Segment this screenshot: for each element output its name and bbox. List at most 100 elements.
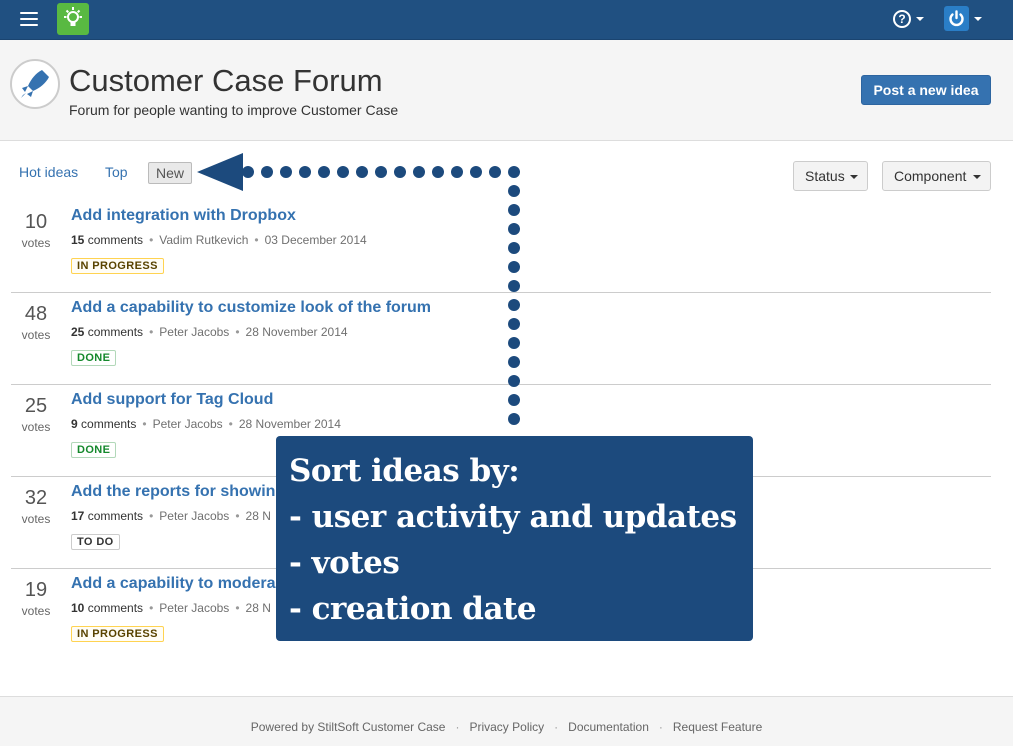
idea-meta: 9 comments • Peter Jacobs • 28 November 2014 (71, 417, 341, 431)
annotation-dot (508, 394, 520, 406)
page-subtitle: Forum for people wanting to improve Cust… (69, 102, 399, 118)
idea-title-link[interactable]: Add the reports for showin (71, 483, 275, 501)
annotation-dot (508, 204, 520, 216)
comments-label: comments (81, 417, 137, 431)
footer-separator: · (455, 720, 460, 734)
vote-label: votes (21, 236, 51, 250)
chevron-down-icon (973, 175, 981, 179)
status-badge: IN PROGRESS (71, 626, 164, 642)
idea-row: 48 votes Add a capability to customize l… (11, 293, 991, 385)
idea-author[interactable]: Peter Jacobs (153, 417, 223, 431)
idea-author[interactable]: Peter Jacobs (159, 509, 229, 523)
footer-separator: · (554, 720, 559, 734)
idea-meta: 10 comments • Peter Jacobs • 28 N (71, 601, 271, 615)
idea-row: 10 votes Add integration with Dropbox 15… (11, 201, 991, 293)
comment-count: 9 (71, 417, 78, 431)
footer-request-feature-link[interactable]: Request Feature (673, 720, 762, 734)
annotation-dot (261, 166, 273, 178)
callout-text: Sort ideas by: - user activity and updat… (289, 448, 737, 632)
annotation-dot (508, 223, 520, 235)
tab-hot-ideas[interactable]: Hot ideas (19, 162, 78, 184)
meta-separator: • (235, 601, 240, 615)
meta-separator: • (254, 233, 259, 247)
footer-links: Powered by StiltSoft Customer Case · Priva… (0, 720, 1013, 734)
status-badge: DONE (71, 442, 117, 458)
annotation-dot (508, 413, 520, 425)
page-footer: Powered by StiltSoft Customer Case · Priva… (0, 696, 1013, 746)
comments-label: comments (87, 601, 144, 615)
component-filter-dropdown[interactable]: Component (882, 161, 991, 191)
callout-line: - votes (289, 545, 400, 581)
lightbulb-icon[interactable] (57, 3, 89, 35)
idea-date: 28 N (245, 509, 271, 523)
status-badge: DONE (71, 350, 117, 366)
question-circle-icon: ? (893, 10, 911, 28)
status-badge: IN PROGRESS (71, 258, 164, 274)
user-menu[interactable] (944, 6, 984, 32)
meta-separator: • (142, 417, 147, 431)
callout-line: - user activity and updates (289, 499, 737, 535)
annotation-dot (508, 375, 520, 387)
annotation-dot (508, 337, 520, 349)
annotation-dot (375, 166, 387, 178)
status-badge: TO DO (71, 534, 120, 550)
chevron-down-icon (850, 175, 858, 179)
idea-title-link[interactable]: Add integration with Dropbox (71, 207, 296, 225)
annotation-dot (508, 166, 520, 178)
annotation-dot (413, 166, 425, 178)
annotation-dot (299, 166, 311, 178)
annotation-dot (356, 166, 368, 178)
component-filter-label: Component (894, 168, 967, 184)
annotation-dot (432, 166, 444, 178)
comment-count: 17 (71, 509, 85, 523)
idea-author[interactable]: Peter Jacobs (159, 325, 229, 339)
page-title: Customer Case Forum (69, 63, 383, 98)
comments-label: comments (87, 509, 144, 523)
annotation-dot (508, 318, 520, 330)
annotation-dot (508, 299, 520, 311)
vote-count: 10 (24, 211, 48, 233)
idea-meta: 17 comments • Peter Jacobs • 28 N (71, 509, 271, 523)
vote-count: 25 (24, 395, 48, 417)
annotation-dot (470, 166, 482, 178)
help-menu[interactable]: ? (893, 9, 927, 29)
idea-meta: 15 comments • Vadim Rutkevich • 03 December … (71, 233, 367, 247)
meta-separator: • (149, 509, 154, 523)
status-filter-dropdown[interactable]: Status (793, 161, 868, 191)
vote-count: 32 (24, 487, 48, 509)
footer-documentation-link[interactable]: Documentation (568, 720, 649, 734)
annotation-dot (318, 166, 330, 178)
vote-label: votes (21, 512, 51, 526)
idea-title-link[interactable]: Add a capability to customize look of th… (71, 299, 431, 317)
status-filter-label: Status (805, 168, 845, 184)
annotation-dot (508, 280, 520, 292)
meta-separator: • (228, 417, 233, 431)
vote-label: votes (21, 328, 51, 342)
idea-meta: 25 comments • Peter Jacobs • 28 November 201… (71, 325, 348, 339)
hamburger-icon[interactable] (20, 12, 38, 26)
annotation-arrow-head (197, 153, 243, 191)
meta-separator: • (149, 233, 154, 247)
footer-separator: · (658, 720, 663, 734)
meta-separator: • (235, 325, 240, 339)
annotation-callout: Sort ideas by: - user activity and updat… (276, 436, 753, 641)
meta-separator: • (235, 509, 240, 523)
footer-privacy-link[interactable]: Privacy Policy (469, 720, 544, 734)
callout-line: - creation date (289, 591, 537, 627)
idea-author[interactable]: Peter Jacobs (159, 601, 229, 615)
comment-count: 10 (71, 601, 85, 615)
annotation-dot (242, 166, 254, 178)
power-icon (944, 6, 969, 31)
idea-title-link[interactable]: Add a capability to modera (71, 575, 275, 593)
idea-date: 28 November 2014 (238, 417, 341, 431)
tab-new[interactable]: New (148, 162, 192, 184)
annotation-dot (508, 185, 520, 197)
comments-label: comments (87, 233, 144, 247)
post-new-idea-button[interactable]: Post a new idea (861, 75, 991, 105)
footer-powered-by-link[interactable]: Powered by StiltSoft Customer Case (251, 720, 446, 734)
idea-author[interactable]: Vadim Rutkevich (159, 233, 248, 247)
idea-title-link[interactable]: Add support for Tag Cloud (71, 391, 273, 409)
meta-separator: • (149, 601, 154, 615)
chevron-down-icon (916, 17, 924, 21)
tab-top[interactable]: Top (105, 162, 128, 184)
